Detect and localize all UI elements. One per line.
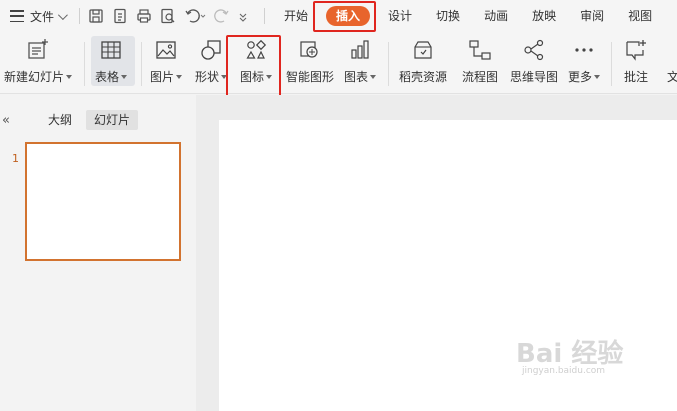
slide-number: 1 (12, 152, 19, 165)
print-preview-icon[interactable] (160, 8, 176, 24)
print-icon[interactable] (136, 8, 152, 24)
tab-outline[interactable]: 大纲 (40, 110, 80, 130)
chart-button[interactable]: 图表 (344, 36, 377, 88)
caret-down-icon (370, 74, 377, 79)
save-icon[interactable] (88, 8, 104, 24)
tab-slideshow[interactable]: 放映 (520, 0, 568, 32)
tab-view[interactable]: 视图 (616, 0, 664, 32)
hamburger-icon[interactable] (10, 10, 24, 22)
new-slide-icon (28, 39, 48, 59)
comment-icon (626, 40, 646, 61)
watermark-url: jingyan.baidu.com (522, 366, 606, 376)
resources-icon (414, 41, 432, 59)
table-button[interactable]: 表格 (95, 36, 128, 88)
chart-icon (351, 40, 369, 59)
divider (141, 42, 142, 86)
smart-graphic-label: 智能图形 (286, 70, 335, 84)
shape-button[interactable]: 形状 (195, 36, 228, 88)
flowchart-label: 流程图 (462, 70, 499, 84)
highlight-box-insert-tab (313, 1, 376, 32)
text-icon (667, 38, 677, 62)
customize-toolbar-icon[interactable] (238, 8, 248, 24)
shape-label: 形状 (195, 70, 220, 84)
collapse-panel-icon[interactable]: « (2, 113, 10, 128)
divider (84, 42, 85, 86)
comment-button[interactable]: 批注 (624, 36, 648, 88)
caret-down-icon (176, 74, 183, 79)
tab-animations[interactable]: 动画 (472, 0, 520, 32)
docer-resources-button[interactable]: 稻壳资源 (399, 36, 447, 88)
smart-graphic-icon (300, 41, 318, 58)
chart-label: 图表 (344, 70, 369, 84)
text-label: 文 (667, 70, 677, 84)
divider (611, 42, 612, 86)
undo-icon[interactable] (184, 8, 206, 24)
mindmap-label: 思维导图 (510, 70, 559, 84)
new-slide-button[interactable]: 新建幻灯片 (4, 36, 73, 88)
more-button[interactable]: 更多 (568, 36, 601, 88)
slides-panel: « 大纲 幻灯片 1 (0, 95, 196, 411)
new-slide-label: 新建幻灯片 (4, 70, 65, 84)
divider (79, 8, 81, 24)
watermark-logo: Bai 经验 (516, 339, 624, 369)
table-label: 表格 (95, 70, 120, 84)
chevron-down-icon[interactable] (57, 9, 68, 20)
highlight-box-icon-button (226, 35, 281, 99)
export-pdf-icon[interactable] (112, 8, 128, 24)
more-label: 更多 (568, 70, 593, 84)
baidu-watermark: Bai 经验 jingyan.baidu.com (516, 333, 666, 383)
picture-button[interactable]: 图片 (150, 36, 183, 88)
shape-icon (201, 40, 221, 60)
mindmap-icon (524, 39, 544, 61)
table-icon (101, 41, 121, 59)
flowchart-button[interactable]: 流程图 (462, 36, 498, 88)
tab-review[interactable]: 审阅 (568, 0, 616, 32)
smart-graphic-button[interactable]: 智能图形 (286, 36, 334, 88)
caret-down-icon (66, 74, 73, 79)
caret-down-icon (594, 74, 601, 79)
tab-transitions[interactable]: 切换 (424, 0, 472, 32)
mindmap-button[interactable]: 思维导图 (510, 36, 558, 88)
slide-thumbnail[interactable] (25, 142, 181, 261)
text-button[interactable]: 文 (667, 36, 677, 88)
tab-design[interactable]: 设计 (376, 0, 424, 32)
comment-label: 批注 (624, 70, 649, 84)
picture-label: 图片 (150, 70, 175, 84)
more-icon (575, 48, 593, 52)
tab-slides[interactable]: 幻灯片 (86, 110, 139, 130)
divider (264, 8, 266, 24)
redo-icon[interactable] (214, 8, 230, 24)
docer-resources-label: 稻壳资源 (399, 70, 448, 84)
file-menu[interactable]: 文件 (0, 0, 68, 32)
file-menu-label[interactable]: 文件 (30, 8, 54, 25)
flowchart-icon (469, 40, 491, 60)
picture-icon (156, 41, 176, 59)
caret-down-icon (121, 74, 128, 79)
divider (388, 42, 389, 86)
